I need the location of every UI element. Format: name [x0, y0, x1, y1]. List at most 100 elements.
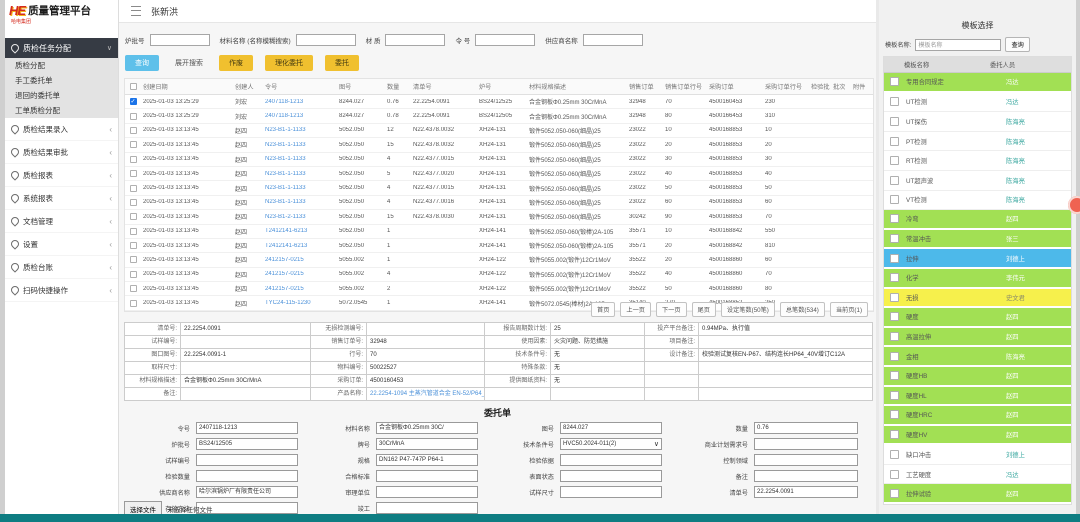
- row-checkbox[interactable]: [130, 170, 137, 177]
- tech-condition-select[interactable]: HVC50.2024-011(2)∨: [560, 438, 662, 450]
- order-number-link[interactable]: 2407118-1213: [263, 99, 337, 105]
- filter-input[interactable]: [150, 34, 210, 46]
- row-checkbox[interactable]: [130, 256, 137, 263]
- toolbar-button[interactable]: 查询: [125, 55, 159, 71]
- form-input[interactable]: 22.2254.0091: [754, 486, 858, 498]
- form-input[interactable]: [376, 470, 478, 482]
- row-checkbox[interactable]: [130, 213, 137, 220]
- pagination-button[interactable]: 首页: [591, 302, 615, 317]
- template-person[interactable]: 赵四: [1006, 489, 1019, 498]
- template-search-button[interactable]: 查询: [1005, 37, 1029, 52]
- row-checkbox[interactable]: [130, 242, 137, 249]
- template-person[interactable]: 赵四: [1006, 312, 1019, 321]
- sidebar-subitem[interactable]: 手工委托单: [5, 73, 118, 88]
- form-input[interactable]: 合金钢板Φ0.25mm 30C/: [376, 422, 478, 434]
- form-input[interactable]: 30CrMnA: [376, 438, 478, 450]
- template-row-checkbox[interactable]: [890, 273, 899, 282]
- order-number-link[interactable]: T2412141-6213: [263, 243, 337, 249]
- template-person[interactable]: 张三: [1006, 234, 1019, 243]
- template-person[interactable]: 冯达: [1006, 77, 1019, 86]
- pagination-button[interactable]: 尾页: [692, 302, 716, 317]
- template-row-checkbox[interactable]: [890, 489, 899, 498]
- form-input[interactable]: [754, 438, 858, 450]
- pagination-button[interactable]: 下一页: [656, 302, 687, 317]
- form-input[interactable]: 8244.027: [560, 422, 662, 434]
- template-person[interactable]: 陈海亮: [1006, 137, 1025, 146]
- template-person[interactable]: 赵四: [1006, 430, 1019, 439]
- form-input[interactable]: [196, 470, 298, 482]
- template-person[interactable]: 赵四: [1006, 371, 1019, 380]
- template-row-checkbox[interactable]: [890, 254, 899, 263]
- template-person[interactable]: 陈海亮: [1006, 352, 1025, 361]
- template-search-input[interactable]: 模板名称: [915, 39, 1001, 51]
- template-person[interactable]: 陈海亮: [1006, 176, 1025, 185]
- template-person[interactable]: 陈海亮: [1006, 117, 1025, 126]
- order-number-link[interactable]: 2412157-0215: [263, 271, 337, 277]
- sidebar-item[interactable]: 质检台账‹: [5, 256, 118, 279]
- row-checkbox[interactable]: [130, 199, 137, 206]
- toolbar-button[interactable]: 展开搜索: [171, 55, 207, 71]
- toolbar-button[interactable]: 委托: [325, 55, 359, 71]
- sidebar-group-task-assign[interactable]: 质检任务分配 ∨: [5, 38, 118, 58]
- template-row-checkbox[interactable]: [890, 391, 899, 400]
- template-person[interactable]: 赵四: [1006, 214, 1019, 223]
- template-person[interactable]: 冯达: [1006, 470, 1019, 479]
- sidebar-item[interactable]: 质检结果录入‹: [5, 118, 118, 141]
- hamburger-menu-icon[interactable]: [131, 6, 141, 16]
- form-input[interactable]: [754, 470, 858, 482]
- template-row-checkbox[interactable]: [890, 293, 899, 302]
- template-row-checkbox[interactable]: [890, 137, 899, 146]
- order-number-link[interactable]: N23-B1-1-1133: [263, 142, 337, 148]
- pagination-button[interactable]: 当前页(1): [830, 302, 868, 317]
- order-number-link[interactable]: N23-B1-1-1133: [263, 185, 337, 191]
- order-number-link[interactable]: 2412157-0215: [263, 257, 337, 263]
- template-row-checkbox[interactable]: [890, 312, 899, 321]
- form-input[interactable]: DN162 P47-747P P64-1: [376, 454, 478, 466]
- form-input[interactable]: [376, 502, 478, 514]
- form-input[interactable]: 0.76: [754, 422, 858, 434]
- pagination-button[interactable]: 设定笔数(50笔): [721, 302, 775, 317]
- template-person[interactable]: 赵四: [1006, 332, 1019, 341]
- order-number-link[interactable]: N23-B1-1-1133: [263, 171, 337, 177]
- form-input[interactable]: [560, 470, 662, 482]
- order-number-link[interactable]: N23-B1-1-1133: [263, 199, 337, 205]
- sidebar-subitem[interactable]: 工单质检分配: [5, 103, 118, 118]
- template-row-checkbox[interactable]: [890, 77, 899, 86]
- row-checkbox[interactable]: [130, 127, 137, 134]
- order-number-link[interactable]: N23-B1-2-1133: [263, 214, 337, 220]
- template-row-checkbox[interactable]: [890, 332, 899, 341]
- form-input[interactable]: [196, 454, 298, 466]
- order-number-link[interactable]: N23-B1-1-1133: [263, 156, 337, 162]
- order-number-link[interactable]: N23-B1-1-1133: [263, 127, 337, 133]
- order-number-link[interactable]: 2412157-0215: [263, 286, 337, 292]
- row-checkbox[interactable]: ✓: [130, 98, 137, 105]
- row-checkbox[interactable]: [130, 141, 137, 148]
- sidebar-item[interactable]: 质检结果审批‹: [5, 141, 118, 164]
- template-row-checkbox[interactable]: [890, 430, 899, 439]
- form-input[interactable]: [376, 486, 478, 498]
- template-person[interactable]: 赵四: [1006, 391, 1019, 400]
- sidebar-subitem[interactable]: 质检分配: [5, 58, 118, 73]
- template-person[interactable]: 李伟元: [1006, 273, 1025, 282]
- order-number-link[interactable]: TYC24-115-1230: [263, 300, 337, 306]
- template-row-checkbox[interactable]: [890, 352, 899, 361]
- notification-badge[interactable]: [1068, 196, 1080, 214]
- filter-input[interactable]: [385, 34, 445, 46]
- filter-input[interactable]: [475, 34, 535, 46]
- row-checkbox[interactable]: [130, 228, 137, 235]
- sidebar-item[interactable]: 设置‹: [5, 233, 118, 256]
- template-row-checkbox[interactable]: [890, 156, 899, 165]
- sidebar-item[interactable]: 扫码快捷操作‹: [5, 279, 118, 302]
- product-name-link[interactable]: 22.2254-1094 主蒸汽管道合金 EN-52/P64_50V(Pu=46…: [367, 388, 485, 401]
- select-all-checkbox[interactable]: [130, 83, 137, 90]
- template-row-checkbox[interactable]: [890, 371, 899, 380]
- sidebar-item[interactable]: 文档管理‹: [5, 210, 118, 233]
- template-person[interactable]: 刘德上: [1006, 450, 1025, 459]
- template-row-checkbox[interactable]: [890, 234, 899, 243]
- template-row-checkbox[interactable]: [890, 450, 899, 459]
- filter-input[interactable]: [583, 34, 643, 46]
- form-input[interactable]: [560, 454, 662, 466]
- toolbar-button[interactable]: 理化委托: [265, 55, 313, 71]
- row-checkbox[interactable]: [130, 156, 137, 163]
- row-checkbox[interactable]: [130, 113, 137, 120]
